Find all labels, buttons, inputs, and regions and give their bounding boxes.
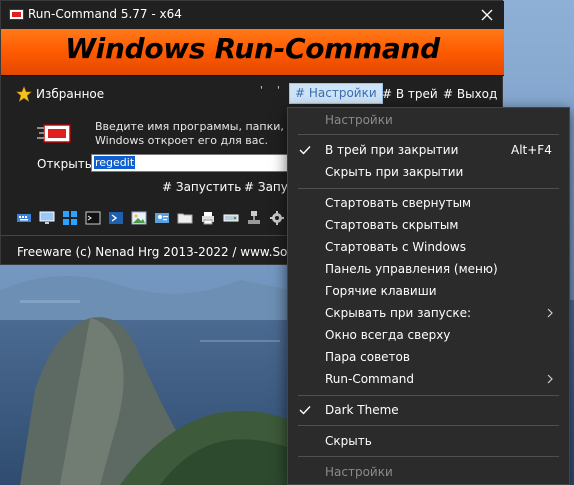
menu-item-tips[interactable]: Пара советов [288,346,569,368]
favorites-menu[interactable]: Избранное [36,84,104,104]
window-title: Run-Command 5.77 - x64 [28,7,182,21]
hint-line: Введите имя программы, папки, доку [95,120,315,133]
user-card-icon[interactable] [154,210,170,226]
menu-item-label: Стартовать свернутым [325,196,472,210]
checkmark-icon [299,146,311,155]
run-command-app-icon [9,9,24,20]
menu-item-label: Пара советов [325,350,410,364]
printer-icon[interactable] [200,210,216,226]
menu-separator [298,188,559,189]
menu-header: Настройки [288,109,569,131]
open-label: Открыть: [37,157,96,171]
menu-item-start-with-windows[interactable]: Стартовать с Windows [288,236,569,258]
menu-footer: Настройки [288,461,569,483]
menu-item-label: Run-Command [325,372,415,386]
menu-item-tray-on-close[interactable]: В трей при закрытии Alt+F4 [288,139,569,161]
tray-menu[interactable]: # В трей [382,84,438,104]
banner-title: Windows Run-Command [65,32,440,65]
menu-item-run-command[interactable]: Run-Command [288,368,569,390]
menu-item-label: Стартовать с Windows [325,240,466,254]
run-app-icon [37,124,71,143]
close-button[interactable] [470,1,504,29]
menu-separator [298,134,559,135]
title-bar[interactable]: Run-Command 5.77 - x64 [1,1,504,29]
monitor-icon[interactable] [39,210,55,226]
checkmark-icon [299,406,311,415]
powershell-icon[interactable] [108,210,124,226]
menu-item-start-minimized[interactable]: Стартовать свернутым [288,192,569,214]
menu-item-label: Скрыть при закрытии [325,165,464,179]
drive-icon[interactable] [223,210,239,226]
hint-text: Введите имя программы, папки, доку Windo… [95,120,315,148]
menu-item-label: Окно всегда сверху [325,328,451,342]
chevron-right-icon [547,308,553,318]
terminal-icon[interactable] [85,210,101,226]
toolbar-tick: ' [277,85,280,96]
menu-separator [298,395,559,396]
menu-item-hotkeys[interactable]: Горячие клавиши [288,280,569,302]
run-link[interactable]: # Запустить [162,180,241,194]
menu-item-label: Стартовать скрытым [325,218,459,232]
menu-footer-label: Настройки [325,465,393,479]
banner: Windows Run-Command [1,29,504,76]
chevron-right-icon [547,374,553,384]
settings-context-menu: Настройки В трей при закрытии Alt+F4 Скр… [287,107,570,485]
toolbar-tick: ' [260,85,263,96]
menu-item-hide[interactable]: Скрыть [288,430,569,452]
close-icon [481,9,493,21]
menu-item-always-on-top[interactable]: Окно всегда сверху [288,324,569,346]
menu-separator [298,425,559,426]
menu-item-hide-on-launch[interactable]: Скрывать при запуске: [288,302,569,324]
network-icon[interactable] [246,210,262,226]
menu-separator [298,456,559,457]
folder-icon[interactable] [177,210,193,226]
menu-item-control-panel[interactable]: Панель управления (меню) [288,258,569,280]
exit-menu[interactable]: # Выход [443,84,497,104]
menu-item-label: Скрыть [325,434,372,448]
open-input-value: regedit [94,156,136,169]
gear-icon[interactable] [269,210,285,226]
menu-item-label: Панель управления (меню) [325,262,498,276]
menu-item-label: В трей при закрытии [325,143,459,157]
hint-line: Windows откроет его для вас. [95,134,269,147]
star-icon [16,86,32,102]
menu-item-label: Горячие клавиши [325,284,437,298]
menu-item-hide-on-close[interactable]: Скрыть при закрытии [288,161,569,183]
menu-item-shortcut: Alt+F4 [511,143,552,157]
menu-item-label: Скрывать при запуске: [325,306,472,320]
apps-grid-icon[interactable] [62,210,78,226]
menu-item-label: Dark Theme [325,403,399,417]
menu-header-label: Настройки [325,113,393,127]
image-icon[interactable] [131,210,147,226]
menu-item-dark-theme[interactable]: Dark Theme [288,399,569,421]
keyboard-icon[interactable] [16,210,32,226]
settings-menu[interactable]: # Настройки [289,83,383,104]
menu-item-start-hidden[interactable]: Стартовать скрытым [288,214,569,236]
